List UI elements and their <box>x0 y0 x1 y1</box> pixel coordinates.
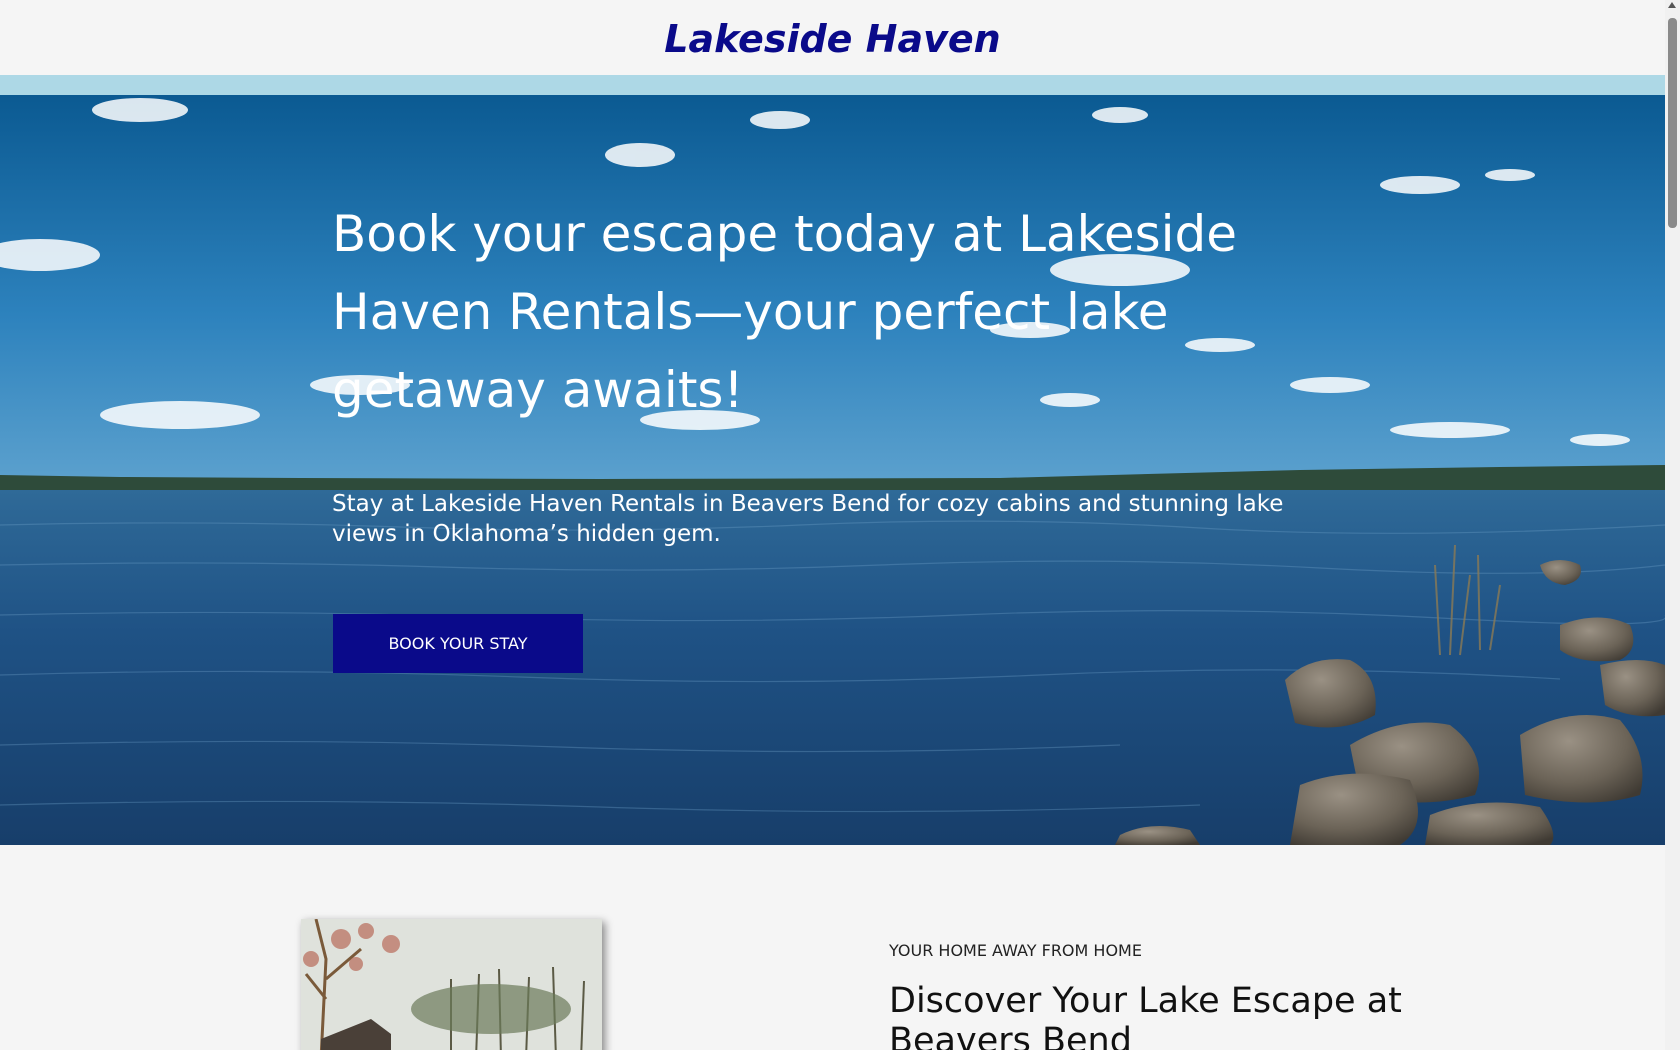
vertical-scrollbar[interactable] <box>1665 0 1680 1050</box>
hero-content: Book your escape today at Lakeside Haven… <box>332 195 1332 549</box>
book-your-stay-button[interactable]: BOOK YOUR STAY <box>333 614 583 673</box>
scroll-up-arrow-icon[interactable] <box>1668 2 1676 8</box>
site-header: Lakeside Haven <box>0 0 1665 75</box>
hero-subheading: Stay at Lakeside Haven Rentals in Beaver… <box>332 491 1284 547</box>
site-title-link[interactable]: Lakeside Haven <box>664 17 1000 61</box>
intro-section: YOUR HOME AWAY FROM HOME Discover Your L… <box>0 845 1665 1050</box>
scrollbar-thumb[interactable] <box>1668 18 1677 228</box>
cabin-photo <box>301 919 602 1050</box>
hero-section: Book your escape today at Lakeside Haven… <box>0 95 1665 845</box>
hero-heading: Book your escape today at Lakeside Haven… <box>332 205 1238 419</box>
intro-heading: Discover Your Lake Escape at Beavers Ben… <box>889 981 1402 1050</box>
page: Lakeside Haven Book your escape today at… <box>0 0 1665 1050</box>
accent-strip <box>0 75 1665 95</box>
intro-eyebrow: YOUR HOME AWAY FROM HOME <box>889 941 1142 960</box>
